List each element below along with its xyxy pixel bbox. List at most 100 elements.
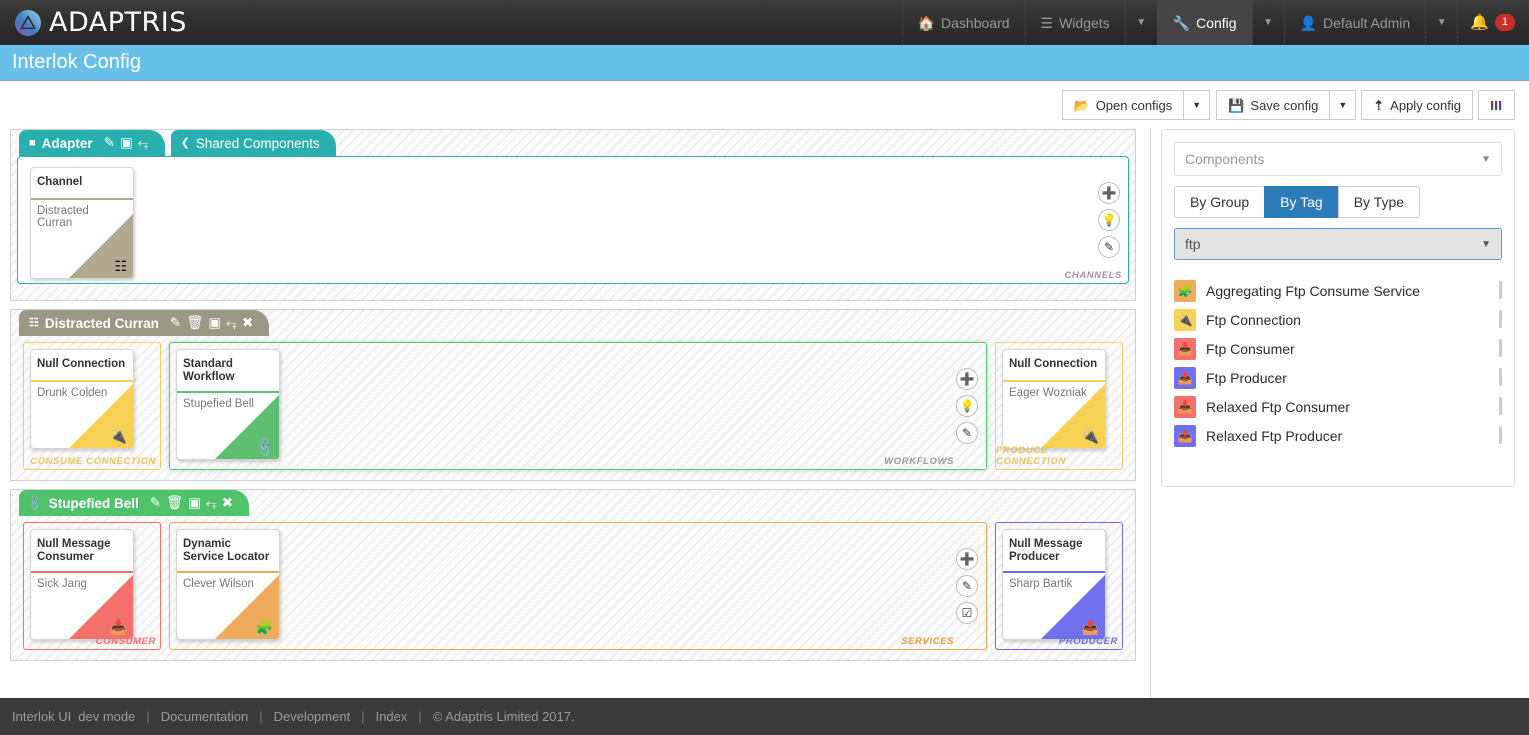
tab-shared-components[interactable]: ❮ Shared Components xyxy=(170,130,336,156)
list-item[interactable]: 🧩 Aggregating Ftp Consume Service xyxy=(1174,276,1502,305)
upload-icon: 📤 xyxy=(1081,619,1099,635)
node-consume-connection[interactable]: Null Connection Drunk Colden 🔌 xyxy=(30,349,134,449)
footer-link-documentation[interactable]: Documentation xyxy=(161,709,248,724)
components-select[interactable]: Components ▼ xyxy=(1174,142,1502,176)
sitemap-icon: ☷ xyxy=(29,316,39,329)
lightbulb-icon[interactable]: 💡 xyxy=(1098,209,1120,231)
list-item-label: Ftp Connection xyxy=(1206,311,1301,328)
list-item-label: Relaxed Ftp Producer xyxy=(1206,427,1343,444)
nav-widgets-dropdown[interactable]: ▼ xyxy=(1124,0,1157,45)
drag-handle-icon[interactable] xyxy=(1499,368,1502,386)
components-select-value: Components xyxy=(1185,151,1265,167)
list-item[interactable]: 📤 Relaxed Ftp Producer xyxy=(1174,421,1502,450)
add-channel-button[interactable]: ➕ xyxy=(1098,182,1120,204)
services-slot: Dynamic Service Locator Clever Wilson 🧩 … xyxy=(169,522,987,650)
channels-actions: ➕ 💡 ✎ xyxy=(1098,182,1120,258)
edit-icon[interactable]: ✎ xyxy=(150,496,161,510)
user-icon: 👤 xyxy=(1299,14,1318,31)
tab-by-tag-label: By Tag xyxy=(1280,194,1323,210)
folder-open-icon: 📂 xyxy=(1073,97,1090,113)
edit-channel-button[interactable]: ✎ xyxy=(1098,236,1120,258)
edit-icon[interactable]: ✎ xyxy=(104,136,115,150)
tab-channel[interactable]: ☷ Distracted Curran ✎ 🗑 ▣ ⥆ ✖ xyxy=(19,310,270,336)
nav-item-widgets[interactable]: ☰ Widgets xyxy=(1024,0,1125,45)
node-channel[interactable]: Channel Distracted Curran ☷ xyxy=(30,167,134,279)
shrink-icon[interactable]: ⥆ xyxy=(138,136,149,150)
open-configs-dropdown[interactable]: ▼ xyxy=(1183,90,1211,120)
drag-handle-icon[interactable] xyxy=(1499,426,1502,444)
brand[interactable]: ADAPTRIS xyxy=(0,0,197,45)
nav-item-user[interactable]: 👤 Default Admin xyxy=(1283,0,1426,45)
node-service[interactable]: Dynamic Service Locator Clever Wilson 🧩 xyxy=(176,529,280,640)
add-workflow-button[interactable]: ➕ xyxy=(956,368,978,390)
trash-icon[interactable]: 🗑 xyxy=(166,496,183,510)
nav-user-dropdown[interactable]: ▼ xyxy=(1425,0,1457,45)
trash-icon[interactable]: 🗑 xyxy=(186,316,203,330)
node-workflow[interactable]: Standard Workflow Stupefied Bell 🔗 xyxy=(176,349,280,460)
nav-item-dashboard[interactable]: 🏠 Dashboard xyxy=(901,0,1025,45)
drag-handle-icon[interactable] xyxy=(1499,397,1502,415)
download-icon: 📥 xyxy=(109,619,127,635)
save-config-dropdown[interactable]: ▼ xyxy=(1329,90,1357,120)
node-consumer[interactable]: Null Message Consumer Sick Jang 📥 xyxy=(30,529,134,640)
list-item-label: Relaxed Ftp Consumer xyxy=(1206,398,1350,415)
close-icon[interactable]: ✖ xyxy=(242,316,253,330)
columns-icon xyxy=(1491,100,1502,110)
edit-icon[interactable]: ✎ xyxy=(170,316,181,330)
tag-filter-select[interactable]: ftp ▼ xyxy=(1174,228,1502,260)
adapter-panel-body: Channel Distracted Curran ☷ ➕ 💡 ✎ CHANNE… xyxy=(17,156,1129,284)
save-config-button[interactable]: 💾 Save config xyxy=(1216,90,1331,120)
nav-item-user-label: Default Admin xyxy=(1323,14,1411,31)
apply-config-button[interactable]: ⇡ Apply config xyxy=(1361,90,1473,120)
open-configs-button[interactable]: 📂 Open configs xyxy=(1061,90,1185,120)
workflow-tabrow: 🔗 Stupefied Bell ✎ 🗑 ▣ ⥆ ✖ xyxy=(11,490,1135,516)
list-item-label: Ftp Consumer xyxy=(1206,340,1295,357)
tab-workflow-label: Stupefied Bell xyxy=(48,495,139,511)
upload-arrow-icon: ⇡ xyxy=(1373,97,1385,113)
columns-toggle-button[interactable] xyxy=(1478,90,1515,120)
upload-icon: 📤 xyxy=(1174,366,1196,389)
footer-link-index[interactable]: Index xyxy=(376,709,408,724)
tab-by-group[interactable]: By Group xyxy=(1174,186,1266,218)
chevron-down-icon: ▼ xyxy=(1481,153,1491,165)
check-icon[interactable]: ☑ xyxy=(956,602,978,624)
tab-by-tag[interactable]: By Tag xyxy=(1264,186,1339,218)
edit-workflow-button[interactable]: ✎ xyxy=(956,422,978,444)
adapter-panel: ■ Adapter ✎ ▣ ⥆ ❮ Shared Components Chan… xyxy=(10,129,1136,301)
channel-tabrow: ☷ Distracted Curran ✎ 🗑 ▣ ⥆ ✖ xyxy=(11,310,1135,336)
node-produce-connection[interactable]: Null Connection Eager Wozniak 🔌 xyxy=(1002,349,1106,449)
lightbulb-icon[interactable]: 💡 xyxy=(956,395,978,417)
list-item[interactable]: 🔌 Ftp Connection xyxy=(1174,305,1502,334)
drag-handle-icon[interactable] xyxy=(1499,281,1502,299)
adaptris-logo-icon xyxy=(14,9,42,37)
consumer-label: CONSUMER xyxy=(95,636,156,647)
tab-by-type[interactable]: By Type xyxy=(1337,186,1421,218)
shrink-icon[interactable]: ⥆ xyxy=(226,316,237,330)
collapse-icon[interactable]: ▣ xyxy=(120,136,133,150)
add-service-button[interactable]: ➕ xyxy=(956,548,978,570)
footer-link-development[interactable]: Development xyxy=(274,709,351,724)
nav-config-dropdown[interactable]: ▼ xyxy=(1251,0,1284,45)
nav-item-config[interactable]: 🔧 Config xyxy=(1156,0,1252,45)
workflows-label: WORKFLOWS xyxy=(884,456,954,467)
notifications-button[interactable]: 🔔 1 xyxy=(1457,0,1529,45)
tab-workflow[interactable]: 🔗 Stupefied Bell ✎ 🗑 ▣ ⥆ ✖ xyxy=(19,490,250,516)
producer-label: PRODUCER xyxy=(1058,636,1118,647)
list-item[interactable]: 📥 Ftp Consumer xyxy=(1174,334,1502,363)
chevron-down-icon: ▼ xyxy=(1481,238,1491,250)
adapter-icon: ■ xyxy=(29,136,36,149)
tab-adapter[interactable]: ■ Adapter ✎ ▣ ⥆ xyxy=(19,130,165,156)
drag-handle-icon[interactable] xyxy=(1499,339,1502,357)
list-item[interactable]: 📤 Ftp Producer xyxy=(1174,363,1502,392)
close-icon[interactable]: ✖ xyxy=(222,496,233,510)
node-producer[interactable]: Null Message Producer Sharp Bartik 📤 xyxy=(1002,529,1106,640)
shrink-icon[interactable]: ⥆ xyxy=(206,496,217,510)
collapse-icon[interactable]: ▣ xyxy=(188,496,201,510)
edit-service-button[interactable]: ✎ xyxy=(956,575,978,597)
collapse-icon[interactable]: ▣ xyxy=(208,316,221,330)
node-consume-type: Null Connection xyxy=(37,358,126,370)
footer-separator: | xyxy=(361,709,365,724)
drag-handle-icon[interactable] xyxy=(1499,310,1502,328)
list-item[interactable]: 📥 Relaxed Ftp Consumer xyxy=(1174,392,1502,421)
footer-separator: | xyxy=(418,709,422,724)
